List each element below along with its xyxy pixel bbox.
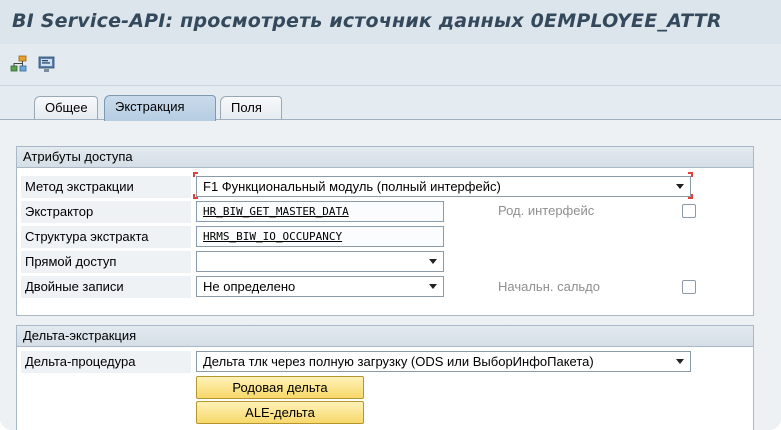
access-attributes-group: Атрибуты доступа Метод экстракции F1 Фун…: [16, 146, 754, 316]
application-toolbar: [0, 44, 781, 86]
tabstrip: Общее Экстракция Поля: [0, 86, 781, 121]
delta-extraction-group: Дельта-экстракция Дельта-процедура Дельт…: [16, 325, 754, 430]
focus-marker-icon: [688, 172, 693, 177]
tab-extraction[interactable]: Экстракция: [104, 95, 216, 121]
tab-fields[interactable]: Поля: [220, 96, 282, 120]
extract-structure-field[interactable]: HRMS_BIW_IO_OCCUPANCY: [196, 226, 444, 247]
chevron-down-icon: [676, 184, 684, 189]
extractor-label: Экстрактор: [21, 201, 191, 223]
ale-delta-button[interactable]: ALE-дельта: [196, 401, 364, 424]
focus-marker-icon: [688, 194, 693, 199]
delta-procedure-label: Дельта-процедура: [21, 351, 191, 373]
chevron-down-icon: [429, 259, 437, 264]
extractor-field[interactable]: HR_BIW_GET_MASTER_DATA: [196, 201, 444, 222]
focus-marker-icon: [193, 172, 198, 177]
direct-access-label: Прямой доступ: [21, 251, 191, 273]
extraction-method-select[interactable]: F1 Функциональный модуль (полный интерфе…: [196, 176, 691, 197]
delta-procedure-value: Дельта тлк через полную загрузку (ODS ил…: [203, 354, 594, 369]
opening-balance-checkbox[interactable]: [682, 280, 696, 294]
tab-general[interactable]: Общее: [34, 96, 98, 120]
duplicate-records-select[interactable]: Не определено: [196, 276, 444, 297]
focus-marker-icon: [193, 194, 198, 199]
chevron-down-icon: [676, 359, 684, 364]
chevron-down-icon: [429, 284, 437, 289]
opening-balance-label: Начальн. сальдо: [498, 279, 601, 294]
delta-procedure-select[interactable]: Дельта тлк через полную загрузку (ODS ил…: [196, 351, 691, 372]
window-title: BI Service-API: просмотреть источник дан…: [12, 10, 722, 32]
title-bar: BI Service-API: просмотреть источник дан…: [0, 0, 781, 44]
generic-interface-checkbox[interactable]: [682, 204, 696, 218]
duplicates-label: Двойные записи: [21, 276, 191, 298]
access-group-title: Атрибуты доступа: [17, 147, 753, 168]
generic-delta-button[interactable]: Родовая дельта: [196, 376, 364, 399]
sap-window: BI Service-API: просмотреть источник дан…: [0, 0, 781, 430]
hierarchy-icon[interactable]: [10, 55, 28, 73]
display-icon[interactable]: [38, 55, 56, 73]
structure-label: Структура экстракта: [21, 226, 191, 248]
direct-access-select[interactable]: [196, 251, 444, 272]
generic-interface-label: Род. интерфейс: [498, 203, 595, 218]
duplicate-records-value: Не определено: [203, 279, 296, 294]
method-label: Метод экстракции: [21, 176, 191, 198]
delta-group-title: Дельта-экстракция: [17, 326, 753, 347]
tab-content: Атрибуты доступа Метод экстракции F1 Фун…: [0, 119, 781, 430]
extraction-method-value: F1 Функциональный модуль (полный интерфе…: [203, 179, 501, 194]
